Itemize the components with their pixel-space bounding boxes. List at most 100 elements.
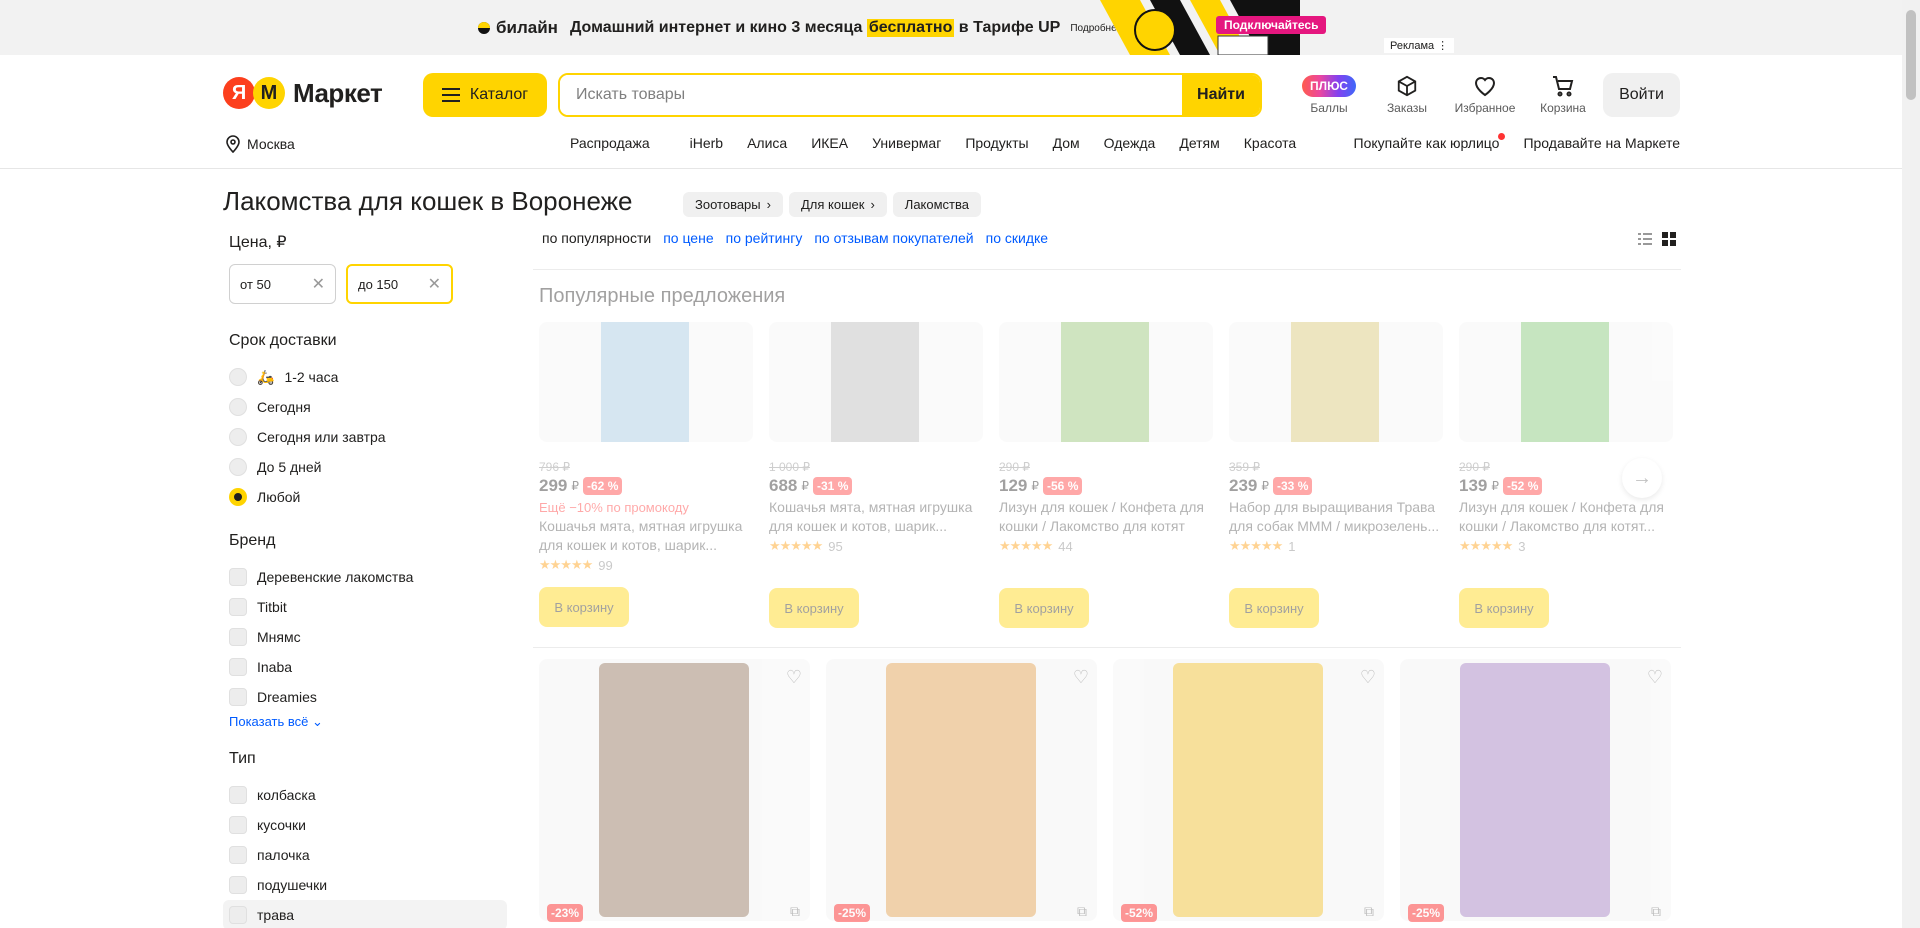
clear-icon[interactable]: ✕ — [312, 274, 325, 294]
product-name[interactable]: Набор для выращивания Трава для собак ММ… — [1229, 498, 1443, 536]
sort-price[interactable]: по цене — [663, 230, 713, 246]
scrollbar[interactable] — [1902, 0, 1920, 928]
sort-discount[interactable]: по скидке — [986, 230, 1048, 246]
product-image[interactable] — [769, 322, 983, 442]
product-card[interactable]: ♡ -25% ⧉ — [826, 659, 1097, 928]
brand-option[interactable]: Inaba — [229, 652, 509, 682]
sort-popularity[interactable]: по популярности — [542, 230, 651, 246]
nav-alice[interactable]: Алиса — [747, 135, 787, 151]
type-option[interactable]: кусочки — [229, 810, 509, 840]
checkbox[interactable] — [229, 688, 247, 706]
type-option[interactable]: колбаска — [229, 780, 509, 810]
product-image[interactable] — [1400, 659, 1671, 921]
product-name[interactable]: Кошачья мята, мятная игрушка для кошек и… — [539, 517, 753, 555]
product-name[interactable]: Кошачья мята, мятная игрушка для кошек и… — [769, 498, 983, 536]
carousel-next-arrow-icon[interactable]: → — [1622, 458, 1662, 498]
breadcrumb-zootovary[interactable]: Зоотовары › — [683, 192, 783, 217]
product-card[interactable]: ♡ -23% ⧉ — [539, 659, 810, 928]
breadcrumb-cats[interactable]: Для кошек › — [788, 192, 887, 217]
type-option[interactable]: подушечки — [229, 870, 509, 900]
nav-clothes[interactable]: Одежда — [1104, 135, 1156, 151]
add-to-cart-button[interactable]: В корзину — [999, 588, 1089, 628]
product-image[interactable] — [999, 322, 1213, 442]
ad-cta-button[interactable]: Подключайтесь — [1216, 16, 1327, 34]
ad-content[interactable]: билайн Домашний интернет и кино 3 месяца… — [478, 18, 1183, 38]
type-option[interactable]: палочка — [229, 840, 509, 870]
product-image[interactable] — [539, 659, 810, 921]
checkbox[interactable] — [229, 846, 247, 864]
compare-icon[interactable]: ⧉ — [1651, 903, 1661, 920]
nav-business[interactable]: Покупайте как юрлицо — [1354, 133, 1506, 151]
compare-icon[interactable]: ⧉ — [1077, 903, 1087, 920]
sort-rating[interactable]: по рейтингу — [726, 230, 803, 246]
add-to-cart-button[interactable]: В корзину — [1459, 588, 1549, 628]
nav-beauty[interactable]: Красота — [1244, 135, 1296, 151]
brand-option[interactable]: Dreamies — [229, 682, 509, 712]
favorite-heart-icon[interactable]: ♡ — [1073, 667, 1089, 688]
price-from-input[interactable] — [240, 276, 300, 292]
nav-iherb[interactable]: iHerb — [690, 135, 723, 151]
add-to-cart-button[interactable]: В корзину — [1229, 588, 1319, 628]
brand-option[interactable]: Titbit — [229, 592, 509, 622]
compare-icon[interactable]: ⧉ — [1364, 903, 1374, 920]
popular-card[interactable]: 359 ₽ 239 ₽ -33 % Набор для выращивания Трав… — [1229, 322, 1443, 628]
delivery-option-today[interactable]: Сегодня — [229, 392, 509, 422]
radio[interactable] — [229, 398, 247, 416]
ad-banner[interactable]: билайн Домашний интернет и кино 3 месяца… — [0, 0, 1902, 55]
nav-home[interactable]: Дом — [1053, 135, 1080, 151]
location-selector[interactable]: Москва — [225, 135, 295, 153]
popular-card[interactable]: 796 ₽ 299 ₽ -62 % Ещё −10% по промокоду Кошач… — [539, 322, 753, 628]
delivery-option-today-tomorrow[interactable]: Сегодня или завтра — [229, 422, 509, 452]
product-image[interactable] — [539, 322, 753, 442]
grid-view-icon[interactable] — [1662, 232, 1676, 246]
product-image[interactable] — [1459, 322, 1673, 442]
market-logo[interactable]: Я М Маркет — [223, 77, 383, 109]
nav-sale[interactable]: Распродажа — [570, 135, 650, 151]
clear-icon[interactable]: ✕ — [428, 274, 441, 294]
add-to-cart-button[interactable]: В корзину — [539, 587, 629, 627]
radio[interactable] — [229, 428, 247, 446]
search-button[interactable]: Найти — [1182, 75, 1260, 115]
price-to-input[interactable] — [358, 276, 418, 292]
radio-selected[interactable] — [229, 488, 247, 506]
price-from-field[interactable]: ✕ — [229, 264, 336, 304]
cart-button[interactable]: Корзина — [1524, 71, 1602, 115]
points-button[interactable]: ПЛЮС Баллы — [1290, 71, 1368, 115]
list-view-icon[interactable] — [1638, 232, 1652, 246]
nav-products[interactable]: Продукты — [965, 135, 1028, 151]
checkbox[interactable] — [229, 816, 247, 834]
delivery-option-any[interactable]: Любой — [229, 482, 509, 512]
product-image[interactable] — [826, 659, 1097, 921]
nav-univermag[interactable]: Универмаг — [872, 135, 941, 151]
orders-button[interactable]: Заказы — [1368, 71, 1446, 115]
checkbox[interactable] — [229, 876, 247, 894]
nav-ikea[interactable]: ИКЕА — [811, 135, 848, 151]
type-option[interactable]: трава — [223, 900, 507, 928]
product-name[interactable]: Лизун для кошек / Конфета для кошки / Ла… — [999, 498, 1213, 536]
product-image[interactable] — [1229, 322, 1443, 442]
favorite-heart-icon[interactable]: ♡ — [786, 667, 802, 688]
checkbox[interactable] — [229, 906, 247, 924]
checkbox[interactable] — [229, 598, 247, 616]
sort-reviews[interactable]: по отзывам покупателей — [814, 230, 973, 246]
show-all-brands-link[interactable]: Показать всё ⌄ — [229, 714, 509, 730]
product-card[interactable]: ♡ -52% ⧉ — [1113, 659, 1384, 928]
nav-sell[interactable]: Продавайте на Маркете — [1523, 135, 1680, 151]
catalog-button[interactable]: Каталог — [423, 73, 547, 117]
compare-icon[interactable]: ⧉ — [790, 903, 800, 920]
search-input[interactable] — [560, 75, 1182, 115]
radio[interactable] — [229, 458, 247, 476]
add-to-cart-button[interactable]: В корзину — [769, 588, 859, 628]
nav-kids[interactable]: Детям — [1179, 135, 1219, 151]
product-card[interactable]: ♡ -25% ⧉ — [1400, 659, 1671, 928]
checkbox[interactable] — [229, 568, 247, 586]
popular-card[interactable]: 290 ₽ 129 ₽ -56 % Лизун для кошек / Конфета … — [999, 322, 1213, 628]
product-name[interactable]: Лизун для кошек / Конфета для кошки / Ла… — [1459, 498, 1673, 536]
favorite-heart-icon[interactable]: ♡ — [1647, 667, 1663, 688]
breadcrumb-treats[interactable]: Лакомства — [892, 192, 981, 217]
checkbox[interactable] — [229, 628, 247, 646]
scrollbar-thumb[interactable] — [1906, 10, 1916, 100]
login-button[interactable]: Войти — [1603, 73, 1680, 117]
checkbox[interactable] — [229, 658, 247, 676]
popular-card[interactable]: 1 000 ₽ 688 ₽ -31 % Кошачья мята, мятная игр… — [769, 322, 983, 628]
